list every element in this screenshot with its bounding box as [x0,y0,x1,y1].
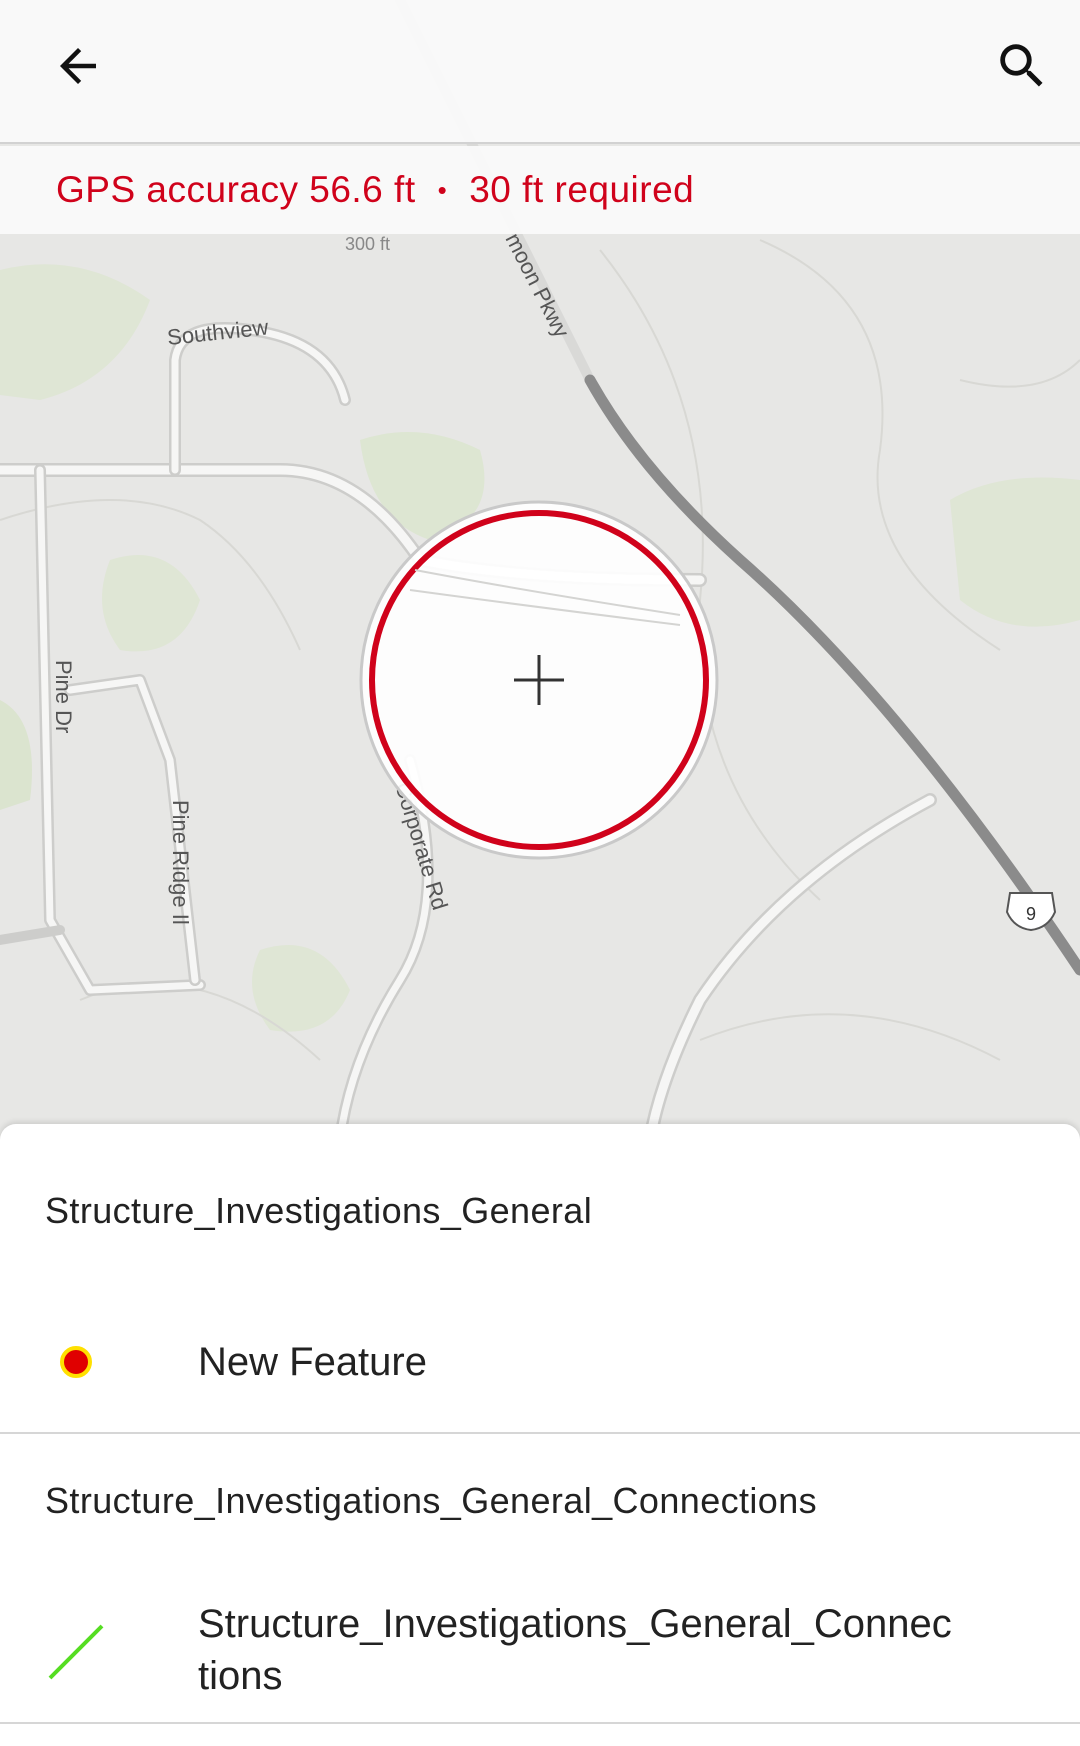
feature-template-sheet: Structure_Investigations_General New Fea… [0,1124,1080,1746]
top-app-bar [0,0,1080,144]
template-group-header: Structure_Investigations_General [45,1190,593,1231]
arrow-left-icon [60,48,96,84]
map-label-pine-dr: Pine Dr [51,660,76,733]
map-label-pine-ridge: Pine Ridge Il [168,800,193,925]
divider [0,1432,1080,1434]
feature-template-label: Structure_Investigations_General_Connec … [198,1602,952,1698]
template-group-header: Structure_Investigations_General_Connect… [45,1480,818,1521]
map-label-southview: Southview [166,314,270,349]
map-label-contour: 300 ft [345,234,390,254]
search-icon [1000,44,1043,87]
point-symbol-icon [60,1346,92,1378]
back-button[interactable] [30,18,126,114]
feature-template-item[interactable]: New Feature [0,1292,1080,1432]
route-shield-label: 9 [1026,904,1036,924]
gps-separator: • [437,174,448,205]
feature-template-item[interactable]: Structure_Investigations_General_Connec … [0,1564,1080,1740]
feature-template-label: New Feature [198,1340,427,1384]
gps-required-text: 30 ft required [469,169,695,210]
gps-accuracy-banner: GPS accuracy 56.6 ft • 30 ft required [0,146,1080,234]
divider [0,1722,1080,1724]
gps-accuracy-text: GPS accuracy 56.6 ft [56,169,416,210]
search-button[interactable] [974,18,1070,114]
line-symbol-icon [48,1624,104,1680]
map-label-pkwy: moon Pkwy [501,229,575,342]
